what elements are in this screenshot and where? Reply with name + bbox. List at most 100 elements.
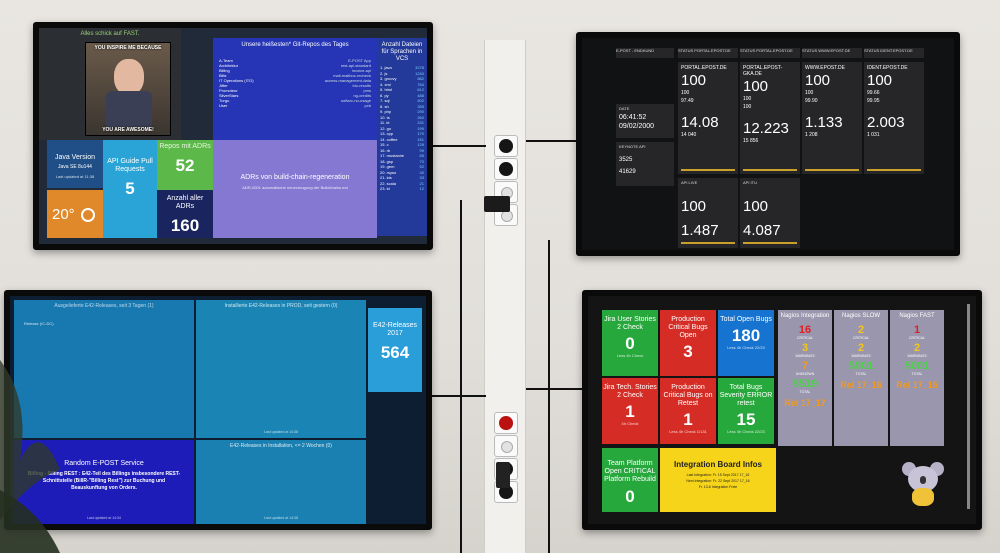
integration-infos-title: Integration Board Infos: [674, 460, 762, 469]
keynote-value-a: 3525: [619, 157, 633, 163]
updated-text: Last updated at 14:38: [264, 516, 298, 520]
host-name: WWW.EPOST.DE: [805, 65, 845, 71]
cable: [526, 140, 582, 142]
availability-24h: 100: [805, 90, 814, 96]
vcs-languages-panel: Anzahl Dateien für Sprachen in VCS 1. ja…: [377, 38, 427, 236]
host-name: PORTAL.EPOST.DE: [681, 65, 727, 71]
suit-shape: [106, 91, 152, 127]
tile-value: 1: [683, 410, 693, 429]
jira-metric-tile: Total Bugs Severity ERROR retest 15 Less 4…: [718, 378, 774, 444]
tv-monitor-top-right: E-POST - ENDKUND STATUS PORTAL.EPOST.DE …: [576, 32, 960, 256]
availability-value: 100: [681, 72, 707, 89]
availability-value: 100: [867, 72, 893, 89]
api-value: 5: [125, 179, 135, 198]
unknown-count: 7: [801, 360, 809, 372]
tile-value: 180: [731, 326, 761, 345]
tile-title: Total Open Bugs: [720, 316, 772, 323]
releases-title: E42-Releases 2017: [373, 322, 417, 337]
integration-infos-tile: Integration Board Infos Last Integration…: [660, 448, 776, 512]
office-wall: Alles schick auf FAST. YOU INSPIRE ME BE…: [0, 0, 1000, 553]
date-label: DATE: [619, 106, 630, 111]
installed-header: Installierte E42-Releases in PROD, seit …: [224, 303, 338, 309]
weather-tile: 20°: [47, 190, 103, 238]
api-itu-perf: 4.087: [743, 222, 781, 239]
repos-adr-value: 52: [175, 156, 195, 175]
scrollbar[interactable]: [967, 304, 970, 509]
api-itu-panel: API ITU 100 4.087: [740, 178, 800, 248]
repos-right-list: E-POST App rest-api-standard invoice-api…: [294, 58, 374, 108]
releases-2017-tile: E42-Releases 2017 564: [368, 308, 422, 392]
cable: [548, 240, 550, 553]
jira-metric-tile: Jira Tech. Stories 2 Check 1 4h Check: [602, 378, 658, 444]
keynote-label: KEYNOTE API: [619, 144, 646, 149]
host-status-panel: PORTAL.EPOST-GKA.DE 100 100 100 12.223 15 856: [740, 62, 800, 174]
performance-prev: 15 856: [743, 138, 759, 144]
tile-value: 0: [625, 334, 635, 353]
critical-count: 2: [857, 324, 865, 336]
performance-value: 1.133: [805, 114, 843, 131]
time-value: 06:41:52: [619, 114, 647, 121]
face-shape: [114, 59, 144, 95]
perf-sparkline: [681, 242, 735, 244]
adr-regen-sub: ADR-0001 automatische neuerzeugung der B…: [242, 185, 348, 190]
host-status-panel: IDENT.EPOST.DE 100 99.66 99.95 2.003 1 031: [864, 62, 924, 174]
power-adapter: [484, 196, 510, 212]
keynote-value-b: 41629: [619, 169, 636, 175]
api-live-label: API LIVE: [681, 180, 698, 185]
host-name: IDENT.EPOST.DE: [867, 65, 908, 71]
performance-prev: 1 208: [805, 132, 818, 138]
plant-leaves: [0, 360, 60, 553]
nagios-title: Nagios Integration: [780, 313, 830, 319]
tile-title: Jira Tech. Stories 2 Check: [603, 384, 657, 399]
meme-top-text: YOU INSPIRE ME BECAUSE: [94, 45, 162, 51]
header-cell: STATUS PORTAL.EPOST.DE: [740, 48, 800, 58]
api-guide-tile: API Guide Pull Requests 5: [103, 140, 157, 238]
tile-title: Total Bugs Severity ERROR retest: [719, 384, 773, 407]
warnings-count: 2: [857, 342, 865, 354]
koala-body: [912, 488, 934, 506]
date-value: 09/02/2000: [619, 123, 655, 130]
perf-sparkline: [681, 169, 735, 171]
temperature-value: 20°: [52, 206, 75, 223]
release-label: Rel 17_17: [784, 398, 826, 408]
api-itu-label: API ITU: [743, 180, 758, 185]
performance-value: 2.003: [867, 114, 905, 131]
host-status-panel: WWW.EPOST.DE 100 100 99.90 1.133 1 208: [802, 62, 862, 174]
java-version-tile: Java Version Java SE 8u144 Last updated …: [47, 140, 103, 188]
availability-week: 99.95: [867, 98, 880, 104]
adr-total-tile: Anzahl aller ADRs 160: [157, 190, 213, 238]
release-label: Rel 17_16: [840, 380, 882, 390]
vcs-list: 1. java 3278 2. js 1240 3. groovy 882 4. xml 76…: [377, 65, 427, 192]
availability-week: 99.90: [805, 98, 818, 104]
meme-caption: Alles schick auf FAST.: [80, 31, 140, 37]
header-cell: STATUS PORTAL.EPOST.DE: [678, 48, 738, 58]
tile-sub: 4h Check: [621, 421, 639, 426]
total-count: 5001: [904, 360, 930, 372]
nagios-tile: Nagios SLOW 2 CRITICAL 2 WARNINGS 5001 TOTAL Re…: [834, 310, 888, 446]
critical-count: 16: [798, 324, 812, 336]
cable: [526, 388, 584, 390]
availability-value: 100: [805, 72, 831, 89]
power-plug: [499, 162, 513, 176]
host-status-panel: PORTAL.EPOST.DE 100 100 97.49 14.08 14 040: [678, 62, 738, 174]
tv-monitor-top-left: Alles schick auf FAST. YOU INSPIRE ME BE…: [33, 22, 433, 250]
nagios-title: Nagios SLOW: [841, 313, 880, 319]
power-outlet: [494, 435, 518, 457]
meme-bottom-text: YOU ARE AWESOME!: [102, 127, 154, 133]
availability-week: 100: [743, 104, 752, 110]
vcs-count: 12: [419, 186, 424, 191]
cable: [460, 200, 462, 553]
repos-left-list: A-Team Architektur Billing Blitz IT Oper…: [216, 58, 286, 108]
tile-sub: Less 4h Check 22/23: [727, 345, 765, 350]
header-cell: STATUS WWW.EPOST.DE: [802, 48, 862, 58]
jira-metric-tile: Production Critical Bugs on Retest 1 Less …: [660, 378, 716, 444]
api-live-avail: 100: [681, 198, 707, 215]
performance-prev: 1 031: [867, 132, 880, 138]
power-adapter: [496, 462, 510, 488]
tile-sub: Less 4h Check: [616, 353, 644, 358]
keynote-panel: KEYNOTE API 3525 41629: [616, 142, 674, 186]
team-platform-title: Team Platform Open CRITICAL Platform Reb…: [604, 460, 656, 483]
updated-text: Last updated at 14:38: [264, 430, 298, 434]
installed-releases-tile: Installierte E42-Releases in PROD, seit …: [196, 300, 366, 438]
vcs-language: 23. kt: [380, 186, 390, 191]
